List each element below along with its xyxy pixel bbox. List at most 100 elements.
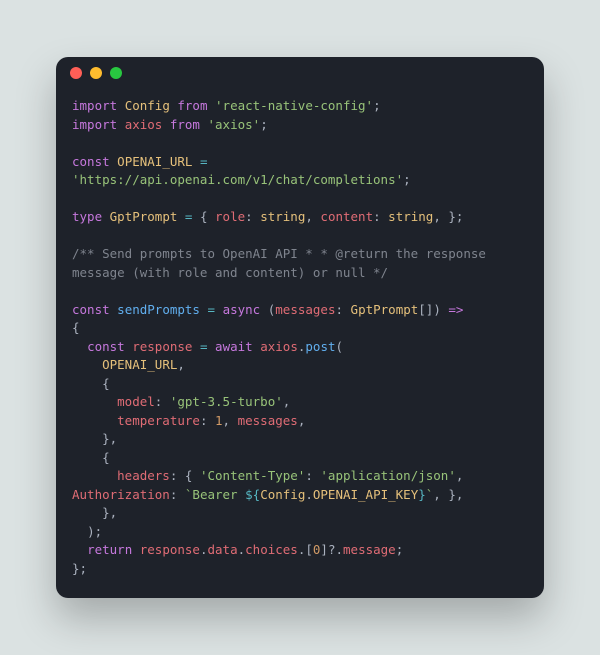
operator: =	[200, 339, 208, 354]
punct: []	[418, 302, 433, 317]
code-block: import Config from 'react-native-config'…	[56, 89, 544, 598]
punct: :	[155, 394, 163, 409]
identifier: response	[140, 542, 200, 557]
string: 'react-native-config'	[215, 98, 373, 113]
punct: ,	[456, 468, 464, 483]
punct: ,	[433, 209, 441, 224]
property: role	[215, 209, 245, 224]
close-icon[interactable]	[70, 67, 82, 79]
keyword-import: import	[72, 98, 117, 113]
punct: ,	[223, 413, 231, 428]
punct: }	[448, 209, 456, 224]
function-name: sendPrompts	[117, 302, 200, 317]
punct: :	[335, 302, 343, 317]
punct: (	[336, 339, 344, 354]
keyword-from: from	[170, 117, 200, 132]
keyword-await: await	[215, 339, 253, 354]
code-window: import Config from 'react-native-config'…	[56, 57, 544, 598]
property: model	[117, 394, 155, 409]
punct: ;	[396, 542, 404, 557]
keyword-return: return	[87, 542, 132, 557]
indent	[72, 468, 117, 483]
punct: :	[200, 413, 208, 428]
punct: ,	[433, 487, 441, 502]
indent	[72, 450, 102, 465]
string: 'application/json'	[320, 468, 455, 483]
punct: {	[102, 376, 110, 391]
punct: ;	[403, 172, 411, 187]
keyword-async: async	[223, 302, 261, 317]
string: 'https://api.openai.com/v1/chat/completi…	[72, 172, 403, 187]
punct: }	[448, 487, 456, 502]
punct: .	[305, 487, 313, 502]
punct: {	[102, 450, 110, 465]
operator: =	[185, 209, 193, 224]
keyword-const: const	[87, 339, 125, 354]
punct: ,	[456, 487, 464, 502]
punct: ;	[95, 524, 103, 539]
type: string	[260, 209, 305, 224]
identifier: Config	[125, 98, 170, 113]
operator: =	[200, 154, 208, 169]
identifier: OPENAI_URL	[117, 154, 192, 169]
property: OPENAI_API_KEY	[313, 487, 418, 502]
property: choices	[245, 542, 298, 557]
punct: ;	[456, 209, 464, 224]
property: Authorization	[72, 487, 170, 502]
punct: .	[200, 542, 208, 557]
punct: ?.	[328, 542, 343, 557]
operator: =	[208, 302, 216, 317]
keyword-import: import	[72, 117, 117, 132]
number: 1	[215, 413, 223, 428]
indent	[72, 339, 87, 354]
punct: ,	[298, 413, 306, 428]
indent	[72, 357, 102, 372]
punct: .	[238, 542, 246, 557]
identifier: response	[132, 339, 192, 354]
punct: :	[245, 209, 253, 224]
identifier: axios	[125, 117, 163, 132]
punct: {	[185, 468, 193, 483]
template-string: `Bearer	[185, 487, 245, 502]
keyword-const: const	[72, 302, 110, 317]
indent	[72, 413, 117, 428]
punct: ,	[110, 505, 118, 520]
keyword-from: from	[177, 98, 207, 113]
indent	[72, 542, 87, 557]
maximize-icon[interactable]	[110, 67, 122, 79]
object: axios	[260, 339, 298, 354]
string: 'gpt-3.5-turbo'	[170, 394, 283, 409]
punct: }	[72, 561, 80, 576]
punct: {	[200, 209, 208, 224]
keyword-type: type	[72, 209, 102, 224]
minimize-icon[interactable]	[90, 67, 102, 79]
string: 'Content-Type'	[200, 468, 305, 483]
identifier: OPENAI_URL	[102, 357, 177, 372]
keyword-const: const	[72, 154, 110, 169]
punct: )	[87, 524, 95, 539]
type-name: GptPrompt	[110, 209, 178, 224]
punct: }	[102, 431, 110, 446]
property: temperature	[117, 413, 200, 428]
type: GptPrompt	[351, 302, 419, 317]
property: data	[208, 542, 238, 557]
property: content	[320, 209, 373, 224]
punct: :	[170, 487, 178, 502]
punct: ;	[80, 561, 88, 576]
template-expr-close: }	[418, 487, 426, 502]
method: post	[305, 339, 335, 354]
punct: :	[305, 468, 313, 483]
indent	[72, 431, 102, 446]
string: 'axios'	[208, 117, 261, 132]
type: string	[388, 209, 433, 224]
window-titlebar	[56, 57, 544, 89]
property: headers	[117, 468, 170, 483]
punct: ,	[177, 357, 185, 372]
punct: }	[102, 505, 110, 520]
punct: ,	[110, 431, 118, 446]
punct: {	[72, 320, 80, 335]
punct: ]	[320, 542, 328, 557]
indent	[72, 394, 117, 409]
property: message	[343, 542, 396, 557]
punct: )	[433, 302, 441, 317]
